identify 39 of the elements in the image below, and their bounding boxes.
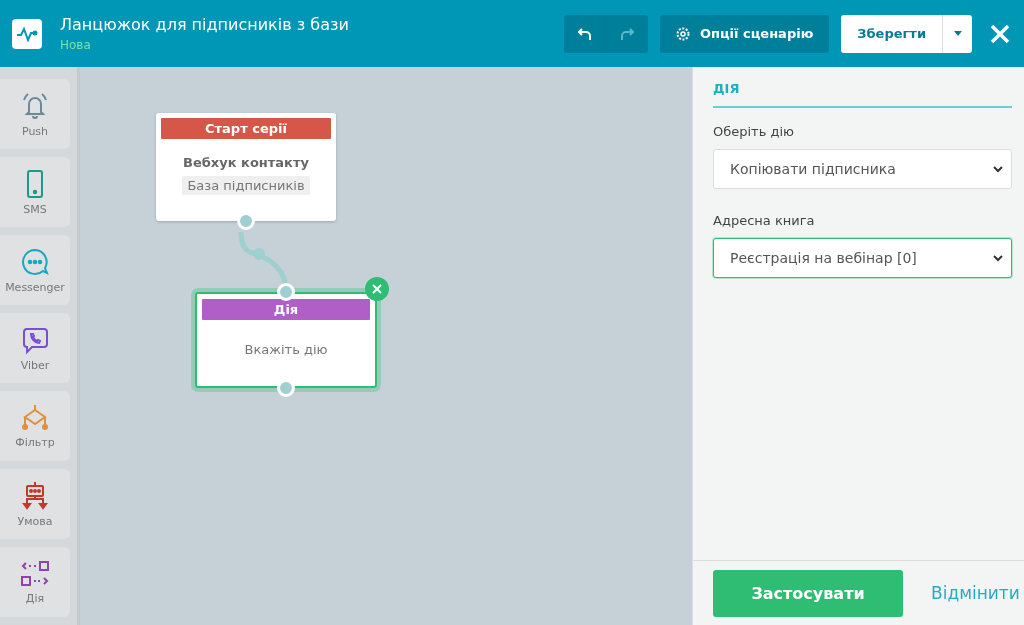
node-title: Вебхук контакту xyxy=(183,155,309,170)
palette-item[interactable]: SMS xyxy=(0,157,70,227)
select-field[interactable]: Реєстрація на вебінар [0] xyxy=(713,238,1012,278)
node-hint: Вкажіть дію xyxy=(244,342,328,357)
delete-node-button[interactable] xyxy=(365,277,389,301)
gear-icon xyxy=(675,26,690,41)
close-icon xyxy=(990,23,1010,44)
palette-item[interactable]: Push xyxy=(0,79,70,149)
chat-bubble-icon xyxy=(20,246,50,277)
node-header: Дія xyxy=(202,299,370,320)
robot-branch-icon xyxy=(20,480,50,511)
redo-icon xyxy=(620,26,635,41)
chevron-icon xyxy=(993,165,1003,173)
input-port[interactable] xyxy=(277,283,295,301)
bell-icon xyxy=(20,90,50,121)
select-field[interactable]: Копіювати підписника xyxy=(713,149,1012,189)
scenario-status: Нова xyxy=(60,38,92,52)
apply-button[interactable]: Застосувати xyxy=(713,569,903,617)
scenario-options-button[interactable]: Опції сценарію xyxy=(659,14,830,53)
field-label: Оберіть дію xyxy=(713,124,796,139)
field-label: Адресна книга xyxy=(713,213,816,228)
panel-heading: ДІЯ xyxy=(713,81,1012,108)
scenario-title: Ланцюжок для підписників з бази xyxy=(60,15,350,34)
node-tag: База підписників xyxy=(182,176,310,195)
chevron-icon xyxy=(993,254,1003,262)
palette-item[interactable]: Фільтр xyxy=(0,391,70,461)
node-header: Старт серії xyxy=(161,118,331,139)
undo-icon xyxy=(577,26,592,41)
palette-item[interactable]: Дія xyxy=(0,547,70,617)
palette-item[interactable]: Умова xyxy=(0,469,70,539)
palette-item[interactable]: Messenger xyxy=(0,235,70,305)
close-icon xyxy=(372,284,382,294)
logo-icon xyxy=(12,18,42,49)
palette-item[interactable]: Viber xyxy=(0,313,70,383)
caret-icon xyxy=(953,31,962,36)
arrows-squares-icon xyxy=(20,559,50,588)
cancel-link[interactable]: Відмінити xyxy=(931,583,1020,603)
flow-node[interactable]: Старт серії Вебхук контакту База підписників xyxy=(156,113,336,221)
flow-node[interactable]: Дія Вкажіть дію xyxy=(195,292,377,388)
